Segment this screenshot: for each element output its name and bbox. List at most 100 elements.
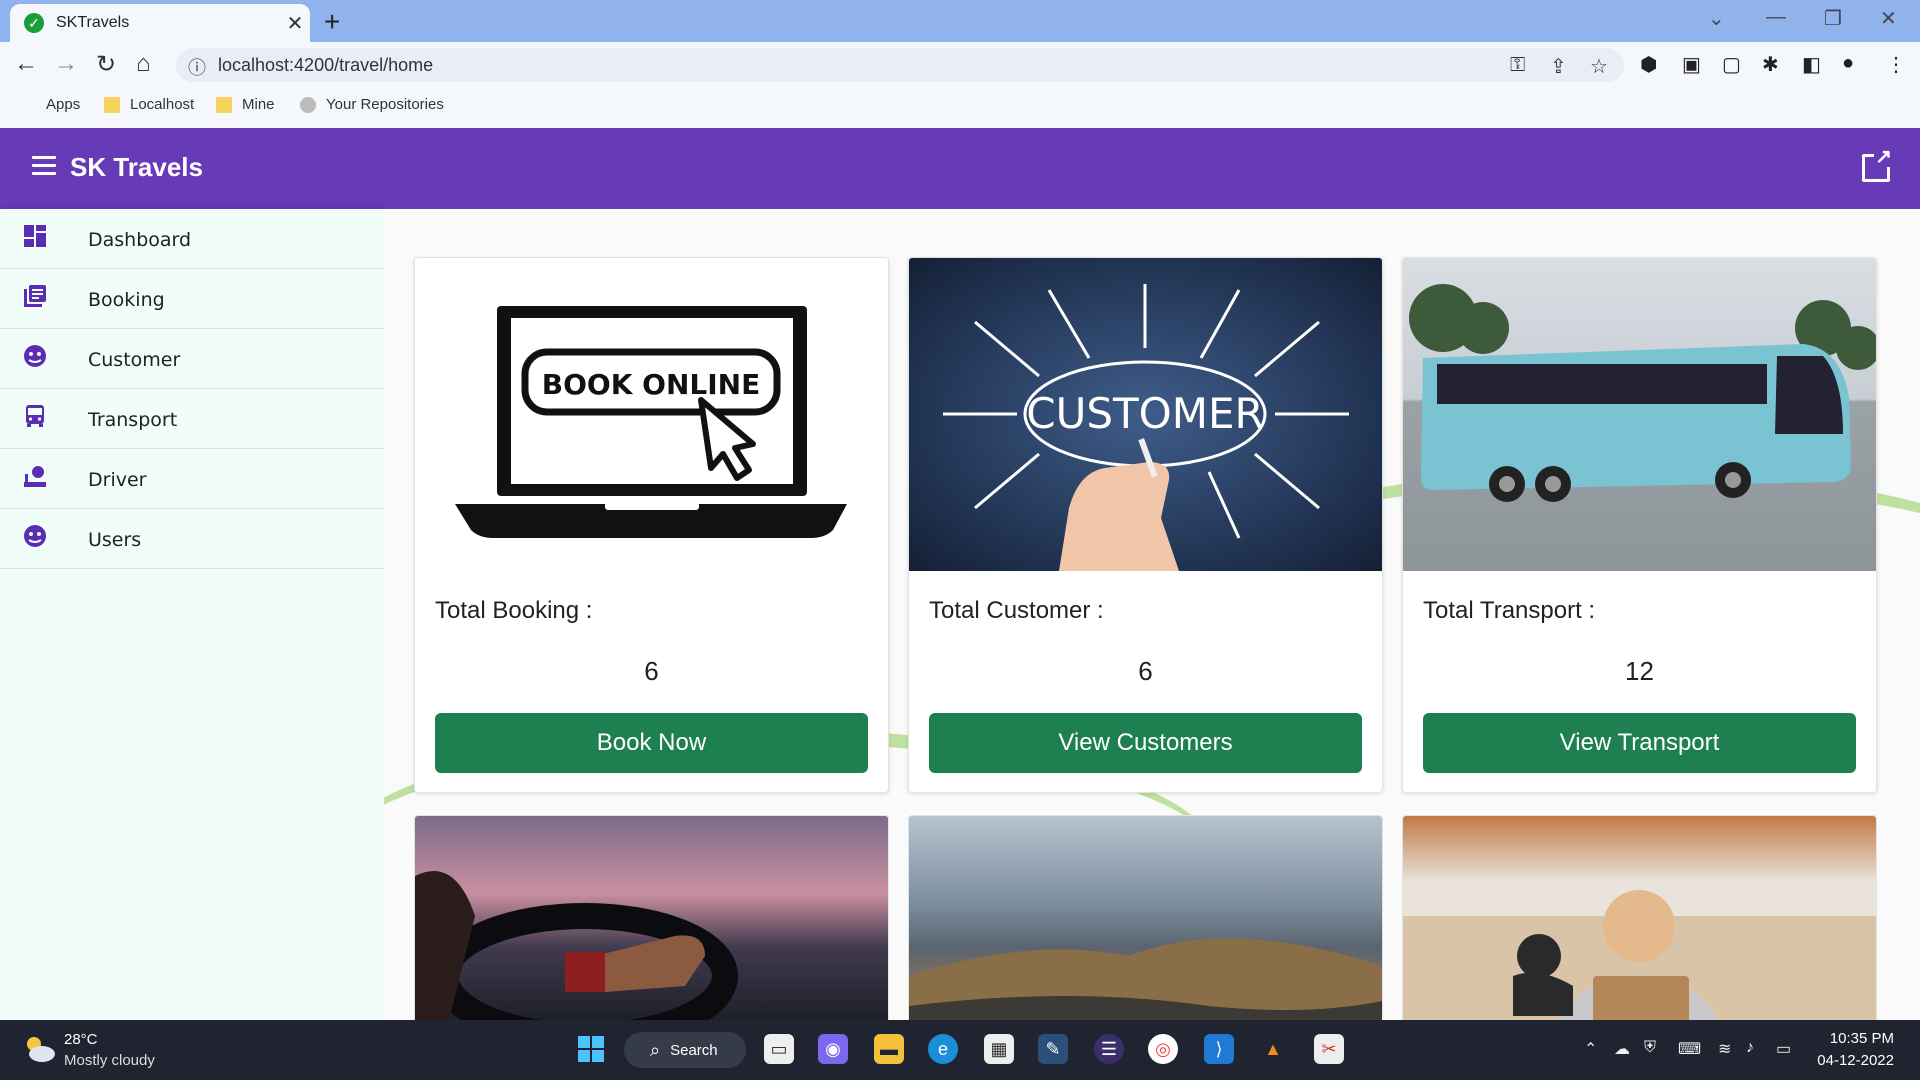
bus-icon — [22, 403, 48, 429]
new-tab-icon[interactable]: + — [324, 6, 340, 38]
sidebar-item-driver[interactable]: Driver — [0, 449, 384, 509]
keyboard-icon[interactable]: ⌨ — [1678, 1039, 1701, 1059]
view-transport-button[interactable]: View Transport — [1423, 713, 1856, 773]
bookmark-localhost[interactable]: Localhost — [104, 96, 194, 113]
bookmark-your-repositories[interactable]: Your Repositories — [300, 96, 444, 113]
book-now-button[interactable]: Book Now — [435, 713, 868, 773]
driver-icon — [22, 463, 48, 489]
card-value: 12 — [1625, 656, 1654, 686]
sql-icon[interactable]: ✎ — [1038, 1034, 1068, 1064]
book-online-image: BOOK ONLINE — [415, 258, 888, 571]
apps-grid-icon — [20, 97, 36, 113]
battery-icon[interactable]: ▭ — [1776, 1039, 1791, 1059]
back-icon[interactable]: ← — [14, 50, 38, 78]
close-tab-icon[interactable]: ✕ — [280, 11, 310, 36]
onedrive-icon[interactable]: ☁ — [1614, 1039, 1630, 1059]
bookmark-label: Apps — [46, 96, 81, 113]
forward-icon[interactable]: → — [54, 50, 78, 78]
face-icon — [22, 343, 48, 369]
profile-avatar-icon[interactable]: ● — [1842, 52, 1854, 75]
customer-text: CUSTOMER — [1026, 389, 1263, 438]
close-window-icon[interactable]: ✕ — [1880, 6, 1897, 31]
customer-image: CUSTOMER — [909, 258, 1382, 571]
library-books-icon — [22, 283, 48, 309]
url-text[interactable]: localhost:4200/travel/home — [218, 55, 433, 76]
browser-menu-icon[interactable]: ⋮ — [1886, 52, 1906, 77]
open-in-new-icon[interactable] — [1862, 147, 1893, 182]
book-online-text: BOOK ONLINE — [542, 368, 760, 401]
windows-start-icon[interactable] — [576, 1034, 606, 1064]
customer-card: CUSTOMER Total Customer : 6 View Custome… — [908, 257, 1383, 793]
restore-icon[interactable]: ❐ — [1824, 6, 1842, 31]
bookmark-apps[interactable]: Apps — [20, 96, 80, 113]
dashboard-main: BOOK ONLINE Total Booking : 6 Book Now C… — [384, 209, 1920, 1020]
bookmark-label: Mine — [242, 96, 275, 113]
booking-card: BOOK ONLINE Total Booking : 6 Book Now — [414, 257, 889, 793]
weather-temperature[interactable]: 28°C — [64, 1031, 98, 1048]
hamburger-menu-icon[interactable] — [32, 156, 56, 180]
store-icon[interactable]: ▦ — [984, 1034, 1014, 1064]
sidebar-item-dashboard[interactable]: Dashboard — [0, 209, 384, 269]
sidebar-item-booking[interactable]: Booking — [0, 269, 384, 329]
side-panel-icon[interactable]: ◧ — [1802, 52, 1821, 77]
show-hidden-icons-icon[interactable]: ⌃ — [1584, 1039, 1597, 1059]
task-view-icon[interactable]: ▭ — [764, 1034, 794, 1064]
vscode-icon[interactable]: ⟩ — [1204, 1034, 1234, 1064]
app-title: SK Travels — [70, 152, 203, 182]
security-icon[interactable]: ⛨ — [1644, 1039, 1656, 1057]
chrome-icon[interactable]: ◎ — [1148, 1034, 1178, 1064]
wifi-icon[interactable]: ≋ — [1718, 1039, 1731, 1059]
chat-icon[interactable]: ◉ — [818, 1034, 848, 1064]
bookmark-label: Your Repositories — [326, 96, 444, 113]
tab-search-icon[interactable]: ⌄ — [1708, 6, 1725, 31]
sidebar-item-label: Customer — [88, 349, 181, 371]
transport-card: Total Transport : 12 View Transport — [1402, 257, 1877, 793]
edge-icon[interactable]: e — [928, 1034, 958, 1064]
share-icon[interactable]: ⇪ — [1550, 54, 1567, 79]
landscape-image-card — [908, 815, 1383, 1020]
key-icon[interactable]: ⚿ — [1510, 54, 1525, 77]
extensions-puzzle-icon[interactable]: ✱ — [1762, 52, 1779, 77]
checkmark-favicon-icon: ✓ — [24, 13, 44, 33]
sidebar-item-users[interactable]: Users — [0, 509, 384, 569]
windows-taskbar: 28°C Mostly cloudy ⌕ Search ▭ ◉ ▬ e ▦ ✎ … — [0, 1020, 1920, 1080]
sidebar-item-label: Booking — [88, 289, 165, 311]
reload-icon[interactable]: ↻ — [96, 50, 116, 79]
snipping-tool-icon[interactable]: ✂ — [1314, 1034, 1344, 1064]
search-label: Search — [670, 1041, 718, 1059]
bookmark-star-icon[interactable]: ☆ — [1590, 54, 1608, 79]
clock-date[interactable]: 04-12-2022 — [1817, 1052, 1894, 1069]
app-header: SK Travels — [0, 128, 1920, 209]
address-bar[interactable]: ⓘ localhost:4200/travel/home ⚿ ⇪ ☆ — [176, 48, 1624, 82]
home-icon[interactable]: ⌂ — [136, 50, 151, 78]
github-icon — [300, 96, 316, 113]
folder-icon — [216, 96, 232, 113]
site-info-icon[interactable]: ⓘ — [188, 54, 206, 80]
sidebar-item-customer[interactable]: Customer — [0, 329, 384, 389]
taskbar-search[interactable]: ⌕ Search — [624, 1032, 746, 1068]
extension-b-icon[interactable]: ▣ — [1682, 52, 1701, 77]
eclipse-icon[interactable]: ☰ — [1094, 1034, 1124, 1064]
browser-tab[interactable]: ✓ SKTravels ✕ — [10, 4, 310, 42]
extension-b2-icon[interactable]: ▢ — [1722, 52, 1741, 77]
clock-time[interactable]: 10:35 PM — [1830, 1030, 1894, 1047]
weather-description[interactable]: Mostly cloudy — [64, 1052, 155, 1069]
view-customers-button[interactable]: View Customers — [929, 713, 1362, 773]
face-icon — [22, 523, 48, 549]
card-title: Total Booking : — [435, 597, 593, 624]
minimize-icon[interactable]: — — [1766, 6, 1786, 29]
vlc-icon[interactable]: ▲ — [1258, 1034, 1288, 1064]
extension-n-icon[interactable]: ⬢ — [1640, 52, 1657, 77]
cloudy-weather-icon[interactable] — [22, 1034, 56, 1064]
file-explorer-icon[interactable]: ▬ — [874, 1034, 904, 1064]
search-icon: ⌕ — [650, 1039, 661, 1060]
sidebar-nav: Dashboard Booking Customer Transport Dri… — [0, 209, 384, 1020]
card-title: Total Customer : — [929, 597, 1104, 624]
bookmark-mine[interactable]: Mine — [216, 96, 275, 113]
bookmarks-bar: Apps Localhost Mine Your Repositories — [0, 88, 1920, 129]
card-value: 6 — [1138, 656, 1153, 686]
bus-image — [1403, 258, 1876, 571]
sidebar-item-transport[interactable]: Transport — [0, 389, 384, 449]
volume-icon[interactable]: ♪ — [1746, 1039, 1754, 1057]
browser-tabstrip: ✓ SKTravels ✕ + ⌄ — ❐ ✕ — [0, 0, 1920, 42]
